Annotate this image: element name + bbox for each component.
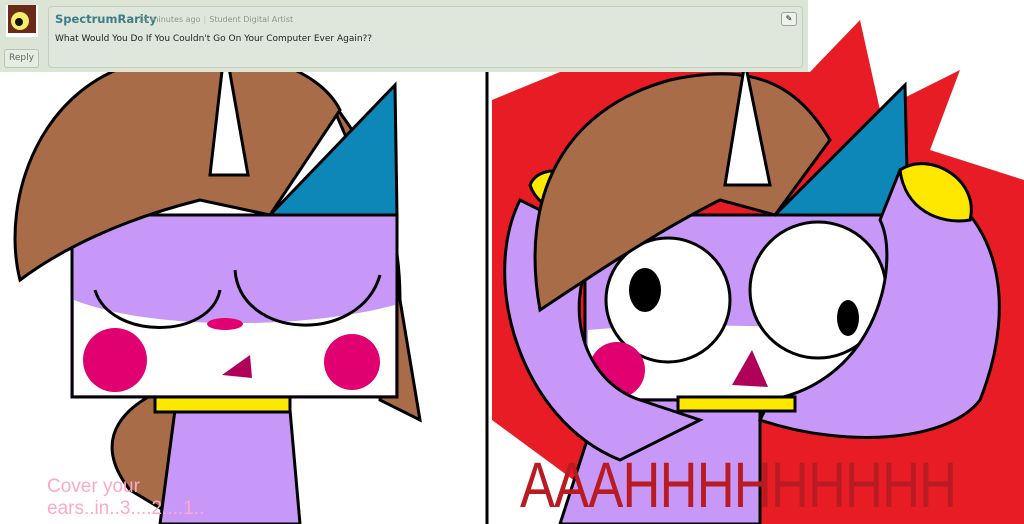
artwork-illustration — [13, 20, 1024, 524]
reply-button[interactable]: Reply — [4, 49, 39, 68]
comment-text: What Would You Do If You Couldn't Go On … — [55, 34, 373, 44]
comment-panel: Reply SpectrumRarity 14 minutes ago | Stud… — [0, 0, 808, 72]
user-avatar[interactable] — [6, 5, 38, 37]
avatar-image — [8, 5, 36, 33]
caption-cover-ears: Cover your ears..in..3....2....1.. — [47, 476, 205, 519]
comment-time[interactable]: 14 minutes ago — [138, 15, 201, 24]
scream-text: AAAHHHHHHHHH — [520, 449, 957, 521]
comment-meta: 14 minutes ago | Student Digital Artist — [138, 15, 294, 24]
comment-bubble: SpectrumRarity 14 minutes ago | Student Di… — [48, 6, 803, 68]
user-title: Student Digital Artist — [209, 15, 294, 24]
left-panel-calm-unicorn — [13, 44, 422, 524]
edit-icon[interactable]: ✎ — [781, 12, 797, 26]
